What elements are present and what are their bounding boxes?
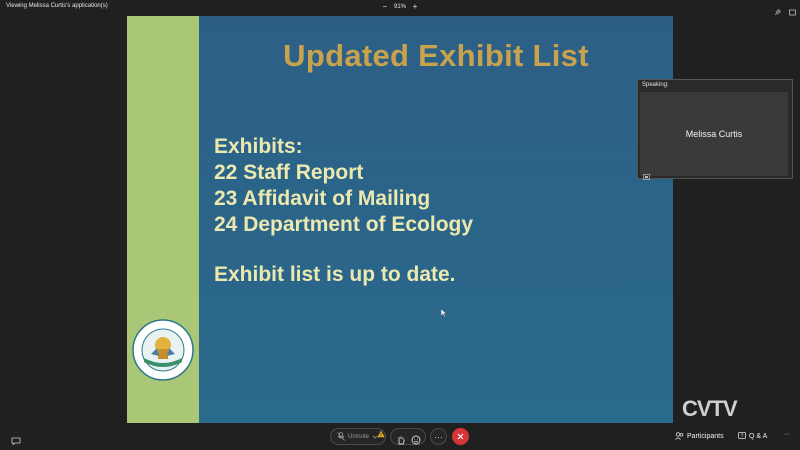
svg-text:?: ? xyxy=(741,434,744,440)
more-menu-button[interactable]: ··· xyxy=(783,431,790,438)
zoom-level: 91% xyxy=(394,4,407,10)
reactions-group xyxy=(390,428,426,445)
chat-icon[interactable] xyxy=(11,432,21,446)
window-controls xyxy=(774,3,796,16)
microphone-muted-icon xyxy=(337,432,345,441)
participants-icon xyxy=(675,432,684,440)
participants-label: Participants xyxy=(687,432,724,440)
zoom-out-button[interactable]: − xyxy=(380,2,390,12)
raise-hand-icon[interactable] xyxy=(396,432,406,444)
shared-presentation-slide: Updated Exhibit List Exhibits: 22 Staff … xyxy=(127,16,673,423)
pin-icon[interactable] xyxy=(774,3,781,16)
emoji-icon[interactable] xyxy=(411,432,421,444)
meeting-controls-bar: Unmute ··· Participants ? Q & A ··· xyxy=(0,423,800,450)
more-options-button[interactable]: ··· xyxy=(430,428,447,445)
slide-body: Exhibits: 22 Staff Report 23 Affidavit o… xyxy=(214,134,473,288)
zoom-in-button[interactable]: + xyxy=(410,2,420,12)
speaker-video-tile[interactable]: Melissa Curtis xyxy=(640,92,788,180)
qa-icon: ? xyxy=(738,432,746,440)
viewing-status-text: Viewing Melissa Curtis's application(s) xyxy=(6,3,108,9)
channel-watermark: CVTV xyxy=(682,396,738,421)
qa-label: Q & A xyxy=(749,432,768,440)
slide-line: 22 Staff Report xyxy=(214,161,364,184)
top-bar: Viewing Melissa Curtis's application(s) … xyxy=(0,0,800,16)
slide-line: 24 Department of Ecology xyxy=(214,213,474,236)
warning-icon xyxy=(377,425,385,438)
window-icon[interactable] xyxy=(789,3,796,16)
slide-note: Exhibit list is up to date. xyxy=(214,263,456,286)
qa-button[interactable]: ? Q & A xyxy=(738,432,767,440)
mouse-cursor-icon xyxy=(440,304,448,318)
close-icon xyxy=(457,433,464,440)
speaker-name: Melissa Curtis xyxy=(685,129,743,139)
more-options-label: ··· xyxy=(434,431,443,442)
slide-line: 23 Affidavit of Mailing xyxy=(214,187,431,210)
slide-line: Exhibits: xyxy=(214,135,303,158)
leave-meeting-button[interactable] xyxy=(452,428,469,445)
unmute-label: Unmute xyxy=(348,433,370,440)
seal-logo xyxy=(131,318,195,382)
slide-title: Updated Exhibit List xyxy=(283,38,589,73)
speaking-label: Speaking: xyxy=(642,82,669,88)
zoom-control: − 91% + xyxy=(380,2,420,12)
participants-button[interactable]: Participants xyxy=(675,432,724,440)
speaking-panel: Speaking: Melissa Curtis xyxy=(637,79,793,180)
microphone-status-icon xyxy=(643,167,650,180)
